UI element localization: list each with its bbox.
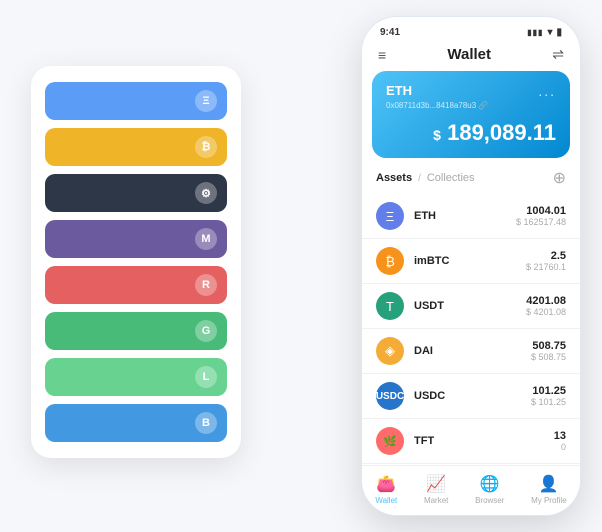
profile-nav-label: My Profile bbox=[531, 496, 567, 505]
eth-card-menu[interactable]: ... bbox=[538, 83, 556, 99]
market-nav-label: Market bbox=[424, 496, 448, 505]
dai-usd: $ 508.75 bbox=[531, 352, 566, 362]
eth-icon: Ξ bbox=[376, 202, 404, 230]
table-row[interactable]: Ξ ETH 1004.01 $ 162517.48 bbox=[362, 194, 580, 239]
asset-name-eth: ETH bbox=[414, 210, 516, 222]
red-card-icon: R bbox=[195, 274, 217, 296]
blue2-card-icon: B bbox=[195, 412, 217, 434]
imbtc-amount: 2.5 bbox=[526, 250, 566, 262]
asset-name-usdt: USDT bbox=[414, 300, 526, 312]
nav-item-profile[interactable]: 👤 My Profile bbox=[531, 474, 567, 505]
tft-usd: 0 bbox=[554, 442, 566, 452]
eth-card-header: ETH ... bbox=[386, 83, 556, 99]
asset-name-dai: DAI bbox=[414, 345, 531, 357]
list-item[interactable]: ₿ bbox=[45, 128, 227, 166]
usdt-amounts: 4201.08 $ 4201.08 bbox=[526, 295, 566, 317]
dai-icon: ◈ bbox=[376, 337, 404, 365]
phone-header: ≡ Wallet ⇌ bbox=[362, 42, 580, 71]
market-nav-icon: 📈 bbox=[426, 474, 446, 494]
expand-icon[interactable]: ⇌ bbox=[552, 46, 564, 63]
tft-amounts: 13 0 bbox=[554, 430, 566, 452]
eth-card-icon: Ξ bbox=[195, 90, 217, 112]
dai-amounts: 508.75 $ 508.75 bbox=[531, 340, 566, 362]
eth-amounts: 1004.01 $ 162517.48 bbox=[516, 205, 566, 227]
usdc-icon: USDC bbox=[376, 382, 404, 410]
usdt-icon: T bbox=[376, 292, 404, 320]
wifi-icon: ▾ bbox=[547, 27, 552, 38]
assets-tabs: Assets / Collecties bbox=[376, 172, 475, 184]
status-icons: ▮▮▮ ▾ ▮ bbox=[527, 27, 562, 38]
green-card-icon: G bbox=[195, 320, 217, 342]
wallet-nav-label: Wallet bbox=[375, 496, 397, 505]
eth-card-label: ETH bbox=[386, 83, 412, 98]
tft-amount: 13 bbox=[554, 430, 566, 442]
list-item[interactable]: Ξ bbox=[45, 82, 227, 120]
dark-card-icon: ⚙ bbox=[195, 182, 217, 204]
asset-name-tft: TFT bbox=[414, 435, 554, 447]
card-panel: Ξ ₿ ⚙ M R G L B bbox=[31, 66, 241, 458]
dai-amount: 508.75 bbox=[531, 340, 566, 352]
phone-mockup: 9:41 ▮▮▮ ▾ ▮ ≡ Wallet ⇌ ETH ... 0x08711d… bbox=[361, 16, 581, 516]
imbtc-usd: $ 21760.1 bbox=[526, 262, 566, 272]
table-row[interactable]: 🌿 TFT 13 0 bbox=[362, 419, 580, 464]
asset-name-imbtc: imBTC bbox=[414, 255, 526, 267]
scene: Ξ ₿ ⚙ M R G L B 9:41 ▮▮▮ ▾ bbox=[21, 16, 581, 516]
lightgreen-card-icon: L bbox=[195, 366, 217, 388]
btc-card-icon: ₿ bbox=[195, 136, 217, 158]
battery-icon: ▮ bbox=[556, 27, 562, 38]
menu-icon[interactable]: ≡ bbox=[378, 47, 386, 63]
nav-item-browser[interactable]: 🌐 Browser bbox=[475, 474, 504, 505]
tab-assets[interactable]: Assets bbox=[376, 172, 412, 184]
imbtc-icon: ₿ bbox=[376, 247, 404, 275]
browser-nav-label: Browser bbox=[475, 496, 504, 505]
table-row[interactable]: T USDT 4201.08 $ 4201.08 bbox=[362, 284, 580, 329]
assets-header: Assets / Collecties ⊕ bbox=[362, 158, 580, 194]
status-time: 9:41 bbox=[380, 27, 400, 38]
eth-amount: 1004.01 bbox=[516, 205, 566, 217]
tft-icon: 🌿 bbox=[376, 427, 404, 455]
list-item[interactable]: G bbox=[45, 312, 227, 350]
usdc-usd: $ 101.25 bbox=[531, 397, 566, 407]
eth-card-balance: $ 189,089.11 bbox=[386, 120, 556, 146]
purple-card-icon: M bbox=[195, 228, 217, 250]
asset-name-usdc: USDC bbox=[414, 390, 531, 402]
nav-item-wallet[interactable]: 👛 Wallet bbox=[375, 474, 397, 505]
browser-nav-icon: 🌐 bbox=[480, 474, 500, 494]
signal-icon: ▮▮▮ bbox=[527, 28, 543, 37]
list-item[interactable]: B bbox=[45, 404, 227, 442]
table-row[interactable]: ₿ imBTC 2.5 $ 21760.1 bbox=[362, 239, 580, 284]
profile-nav-icon: 👤 bbox=[539, 474, 559, 494]
nav-item-market[interactable]: 📈 Market bbox=[424, 474, 448, 505]
list-item[interactable]: R bbox=[45, 266, 227, 304]
list-item[interactable]: ⚙ bbox=[45, 174, 227, 212]
add-asset-button[interactable]: ⊕ bbox=[553, 168, 566, 188]
usdc-amounts: 101.25 $ 101.25 bbox=[531, 385, 566, 407]
tab-divider: / bbox=[418, 173, 421, 184]
eth-card[interactable]: ETH ... 0x08711d3b...8418a78u3 🔗 $ 189,0… bbox=[372, 71, 570, 158]
usdt-amount: 4201.08 bbox=[526, 295, 566, 307]
usdt-usd: $ 4201.08 bbox=[526, 307, 566, 317]
list-item[interactable]: L bbox=[45, 358, 227, 396]
eth-usd: $ 162517.48 bbox=[516, 217, 566, 227]
imbtc-amounts: 2.5 $ 21760.1 bbox=[526, 250, 566, 272]
eth-card-address: 0x08711d3b...8418a78u3 🔗 bbox=[386, 101, 556, 110]
bottom-nav: 👛 Wallet 📈 Market 🌐 Browser 👤 My Profile bbox=[362, 465, 580, 515]
wallet-nav-icon: 👛 bbox=[376, 474, 396, 494]
status-bar: 9:41 ▮▮▮ ▾ ▮ bbox=[362, 17, 580, 42]
table-row[interactable]: ◈ DAI 508.75 $ 508.75 bbox=[362, 329, 580, 374]
list-item[interactable]: M bbox=[45, 220, 227, 258]
usdc-amount: 101.25 bbox=[531, 385, 566, 397]
tab-collecties[interactable]: Collecties bbox=[427, 172, 475, 184]
table-row[interactable]: USDC USDC 101.25 $ 101.25 bbox=[362, 374, 580, 419]
asset-list: Ξ ETH 1004.01 $ 162517.48 ₿ imBTC 2.5 $ … bbox=[362, 194, 580, 464]
page-title: Wallet bbox=[447, 46, 491, 63]
